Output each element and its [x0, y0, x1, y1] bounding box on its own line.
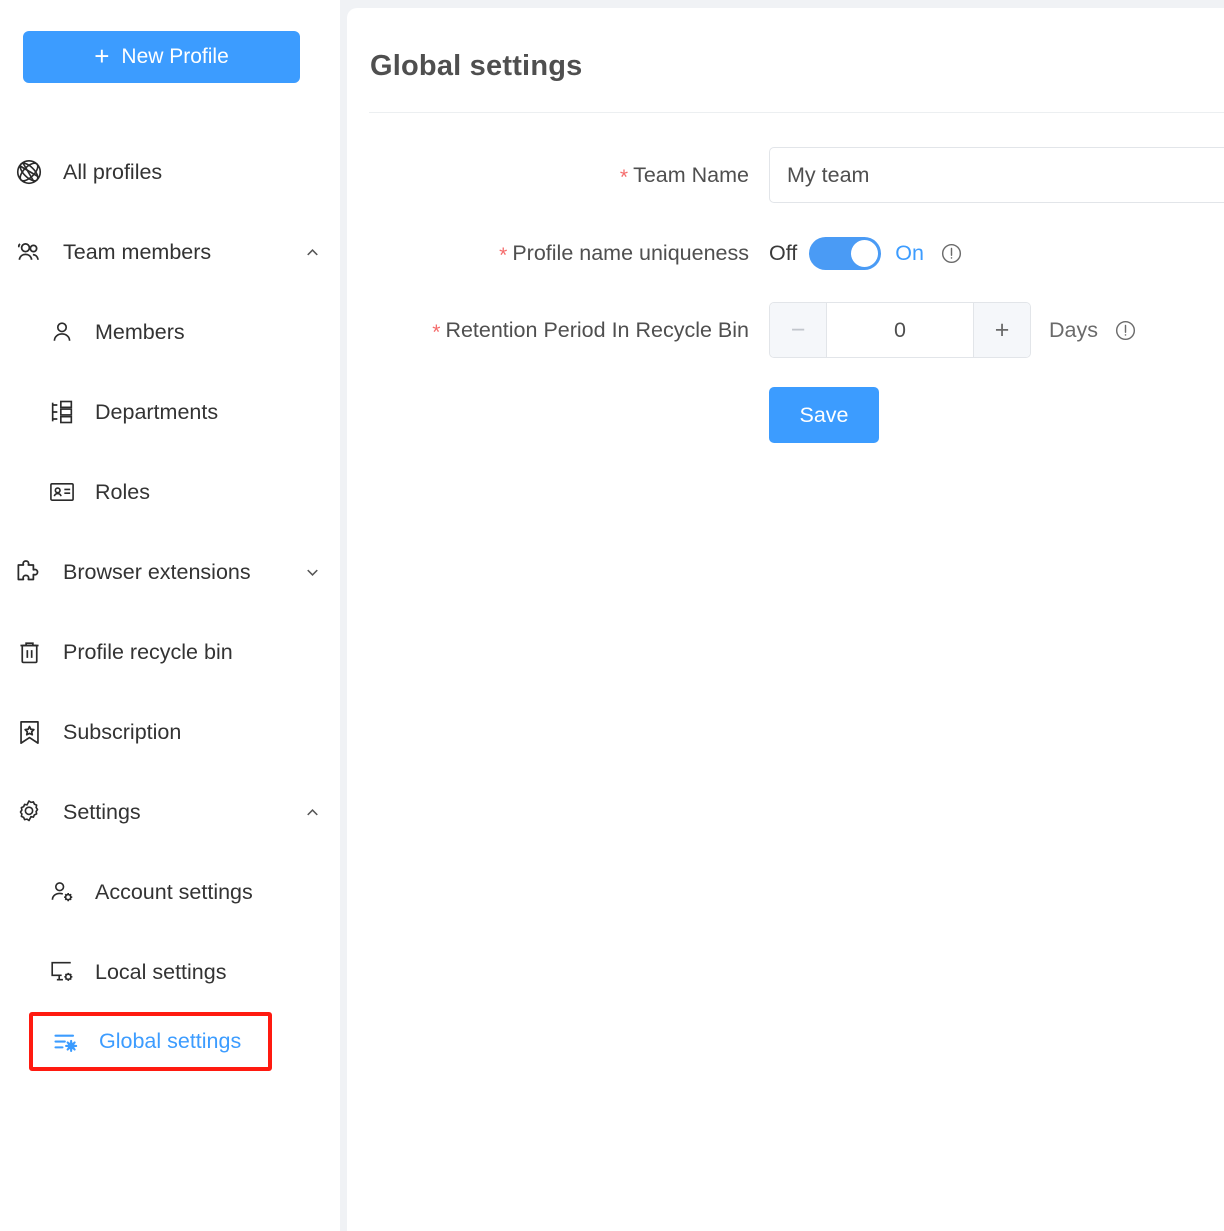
- sidebar-item-settings[interactable]: Settings: [0, 772, 340, 852]
- retention-period-unit-label: Days: [1049, 317, 1098, 342]
- info-circle-icon[interactable]: [940, 242, 963, 265]
- profile-name-uniqueness-control: Off On: [769, 237, 963, 270]
- form-row-profile-name-uniqueness: * Profile name uniqueness Off On: [347, 237, 1224, 270]
- toggle-off-label: Off: [769, 241, 798, 265]
- sidebar-item-all-profiles[interactable]: All profiles: [0, 132, 340, 212]
- sidebar-item-label: Profile recycle bin: [63, 639, 233, 664]
- profile-name-uniqueness-label: * Profile name uniqueness: [347, 237, 769, 270]
- gear-icon: [12, 795, 46, 829]
- profile-name-uniqueness-toggle[interactable]: [809, 237, 882, 270]
- sidebar-item-members[interactable]: Members: [0, 292, 340, 372]
- plus-icon: +: [94, 41, 110, 71]
- sidebar-nav: All profiles Team members Members Depart…: [0, 132, 340, 1071]
- sidebar-item-label: Roles: [95, 479, 150, 504]
- required-marker: *: [432, 321, 441, 344]
- sidebar-item-global-settings[interactable]: Global settings: [29, 1012, 272, 1071]
- info-circle-icon[interactable]: [1114, 319, 1137, 342]
- profile-name-uniqueness-label-text: Profile name uniqueness: [512, 241, 749, 265]
- monitor-gear-icon: [45, 955, 79, 989]
- toggle-on-label: On: [895, 241, 924, 265]
- new-profile-button-label: New Profile: [121, 45, 229, 68]
- sidebar-item-local-settings[interactable]: Local settings: [0, 932, 340, 1012]
- trash-icon: [12, 635, 46, 669]
- required-marker: *: [619, 166, 629, 189]
- sidebar-item-browser-extensions[interactable]: Browser extensions: [0, 532, 340, 612]
- sidebar-item-label: Departments: [95, 399, 219, 424]
- save-control: Save: [769, 387, 879, 443]
- sidebar-item-label: Team members: [63, 239, 212, 264]
- stepper-increment-button[interactable]: +: [973, 303, 1030, 357]
- sidebar-item-account-settings[interactable]: Account settings: [0, 852, 340, 932]
- person-icon: [45, 315, 79, 349]
- team-name-input[interactable]: [769, 147, 1224, 203]
- sidebar: + New Profile All profiles Team members …: [0, 0, 340, 1231]
- page-title: Global settings: [370, 50, 583, 82]
- chevron-up-icon[interactable]: [302, 242, 322, 262]
- sidebar-item-subscription[interactable]: Subscription: [0, 692, 340, 772]
- retention-period-stepper: − 0 +: [769, 302, 1031, 358]
- required-marker: *: [499, 244, 508, 267]
- sidebar-item-label: Account settings: [95, 879, 253, 904]
- sidebar-item-label: Browser extensions: [63, 559, 251, 584]
- sidebar-item-team-members[interactable]: Team members: [0, 212, 340, 292]
- chevron-down-icon[interactable]: [302, 562, 322, 582]
- team-name-control: [769, 147, 1224, 203]
- retention-period-label: * Retention Period In Recycle Bin: [347, 302, 769, 359]
- global-settings-form: *Team Name *Profile name uniqueness Off: [347, 113, 1224, 443]
- sidebar-item-label: Local settings: [95, 959, 227, 984]
- team-name-label-text: Team Name: [633, 163, 749, 187]
- sidebar-item-label: All profiles: [63, 159, 163, 184]
- sidebar-item-label: Subscription: [63, 719, 182, 744]
- sidebar-item-label: Settings: [63, 799, 141, 824]
- toggle-knob: [851, 240, 879, 267]
- sidebar-item-roles[interactable]: Roles: [0, 452, 340, 532]
- sliders-gear-icon: [49, 1025, 83, 1059]
- stepper-decrement-button[interactable]: −: [770, 303, 827, 357]
- globe-icon: [12, 155, 46, 189]
- form-row-team-name: * Team Name: [347, 147, 1224, 204]
- sidebar-item-label: Members: [95, 319, 185, 344]
- puzzle-piece-icon: [12, 555, 46, 589]
- form-row-retention-period: * Retention Period In Recycle Bin − 0 + D…: [347, 302, 1224, 359]
- id-card-icon: [45, 475, 79, 509]
- save-button[interactable]: Save: [769, 387, 879, 443]
- settings-card: Global settings *Team Name *Profile name…: [347, 8, 1224, 1231]
- chevron-up-icon[interactable]: [302, 802, 322, 822]
- sidebar-item-profile-recycle-bin[interactable]: Profile recycle bin: [0, 612, 340, 692]
- bookmark-star-icon: [12, 715, 46, 749]
- person-gear-icon: [45, 875, 79, 909]
- org-chart-icon: [45, 395, 79, 429]
- stepper-value[interactable]: 0: [827, 303, 973, 357]
- team-name-label: * Team Name: [347, 147, 769, 204]
- retention-period-label-text: Retention Period In Recycle Bin: [445, 318, 749, 342]
- form-row-save: Save: [347, 387, 1224, 443]
- app-root: + New Profile All profiles Team members …: [0, 0, 1224, 1231]
- main-content: Global settings *Team Name *Profile name…: [340, 0, 1224, 1231]
- people-icon: [12, 235, 46, 269]
- retention-period-control: − 0 + Days: [769, 302, 1137, 358]
- sidebar-item-label: Global settings: [99, 1029, 242, 1053]
- sidebar-item-departments[interactable]: Departments: [0, 372, 340, 452]
- new-profile-button[interactable]: + New Profile: [23, 31, 300, 83]
